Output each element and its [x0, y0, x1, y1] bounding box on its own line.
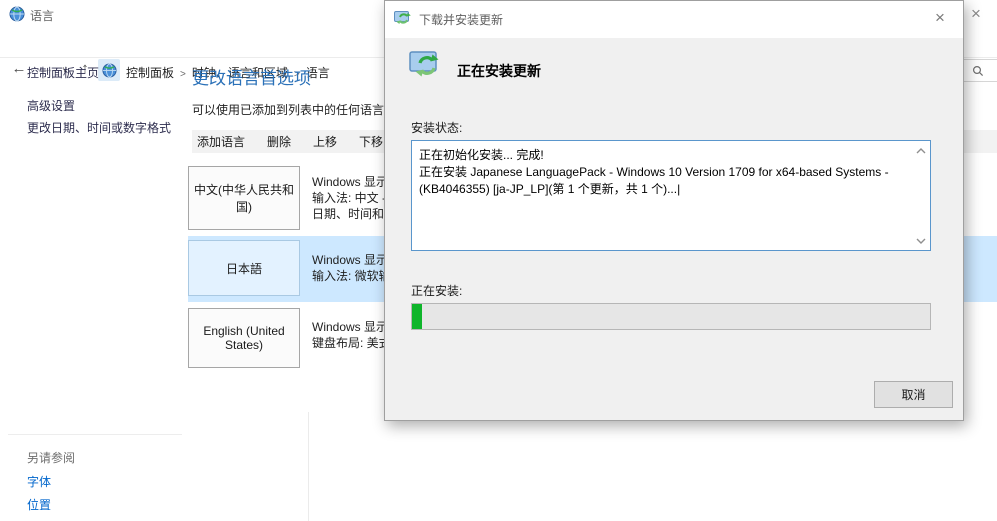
breadcrumb-separator: >: [176, 69, 190, 80]
sidebar-item-fonts[interactable]: 字体: [27, 473, 51, 490]
sidebar-item-advanced-settings[interactable]: 高级设置: [27, 97, 75, 114]
move-down-button[interactable]: 下移: [359, 133, 383, 150]
page-description: 可以使用已添加到列表中的任何语言键入: [192, 101, 408, 118]
sidebar-item-location[interactable]: 位置: [27, 496, 51, 513]
page-title: 更改语言首选项: [192, 64, 311, 89]
install-progress-bar: [411, 303, 931, 330]
see-also-heading: 另请参阅: [27, 449, 75, 466]
status-textbox[interactable]: 正在初始化安装... 完成! 正在安装 Japanese LanguagePac…: [411, 140, 931, 251]
sidebar-divider: [8, 434, 182, 435]
search-input[interactable]: [963, 59, 997, 82]
status-line: 正在安装 Japanese LanguagePack - Windows 10 …: [419, 164, 908, 181]
move-up-button[interactable]: 上移: [313, 133, 337, 150]
language-box-english[interactable]: English (United States): [188, 308, 300, 368]
install-updates-dialog: 下载并安装更新 × 正在安装更新 安装状态: 正在初始化安装... 完成! 正在…: [384, 0, 964, 421]
window-title: 语言: [30, 7, 54, 24]
install-progress-fill: [412, 304, 422, 329]
scroll-down-icon[interactable]: [916, 237, 926, 245]
status-line: (KB4046355) [ja-JP_LP](第 1 个更新，共 1 个)...…: [419, 181, 908, 198]
installing-label: 正在安装:: [411, 282, 462, 299]
windows-update-icon: [394, 11, 412, 27]
status-label: 安装状态:: [411, 119, 462, 136]
language-globe-icon: [9, 6, 25, 22]
add-language-button[interactable]: 添加语言: [197, 133, 245, 150]
screen: { "window": { "title": "语言", "close_glyp…: [0, 0, 997, 521]
cancel-button[interactable]: 取消: [874, 381, 953, 408]
installing-updates-icon: [409, 51, 445, 81]
status-line: 正在初始化安装... 完成!: [419, 147, 908, 164]
language-details-english: Windows 显示 键盘布局: 美式: [312, 319, 391, 351]
search-icon: [972, 65, 984, 77]
language-details-chinese: Windows 显示 输入法: 中文 - 日期、时间和: [312, 174, 388, 222]
dialog-titlebar: 下载并安装更新 ×: [385, 1, 963, 38]
address-globe-icon: [98, 59, 120, 81]
breadcrumb-control-panel[interactable]: 控制面板: [124, 66, 176, 80]
dialog-close-icon[interactable]: ×: [925, 5, 955, 31]
language-box-chinese[interactable]: 中文(中华人民共和国): [188, 166, 300, 230]
window-close-icon[interactable]: ×: [962, 2, 990, 26]
remove-language-button[interactable]: 删除: [267, 133, 291, 150]
scroll-up-icon[interactable]: [916, 147, 926, 155]
language-box-japanese[interactable]: 日本語: [188, 240, 300, 296]
language-details-japanese: Windows 显示 输入法: 微软输: [312, 252, 391, 284]
dialog-title: 下载并安装更新: [419, 11, 503, 28]
sidebar-item-control-panel-home[interactable]: 控制面板主页: [27, 64, 99, 81]
dialog-heading: 正在安装更新: [457, 61, 541, 81]
content-divider-line: [308, 412, 309, 521]
sidebar-item-change-date-time-formats[interactable]: 更改日期、时间或数字格式: [27, 119, 171, 136]
